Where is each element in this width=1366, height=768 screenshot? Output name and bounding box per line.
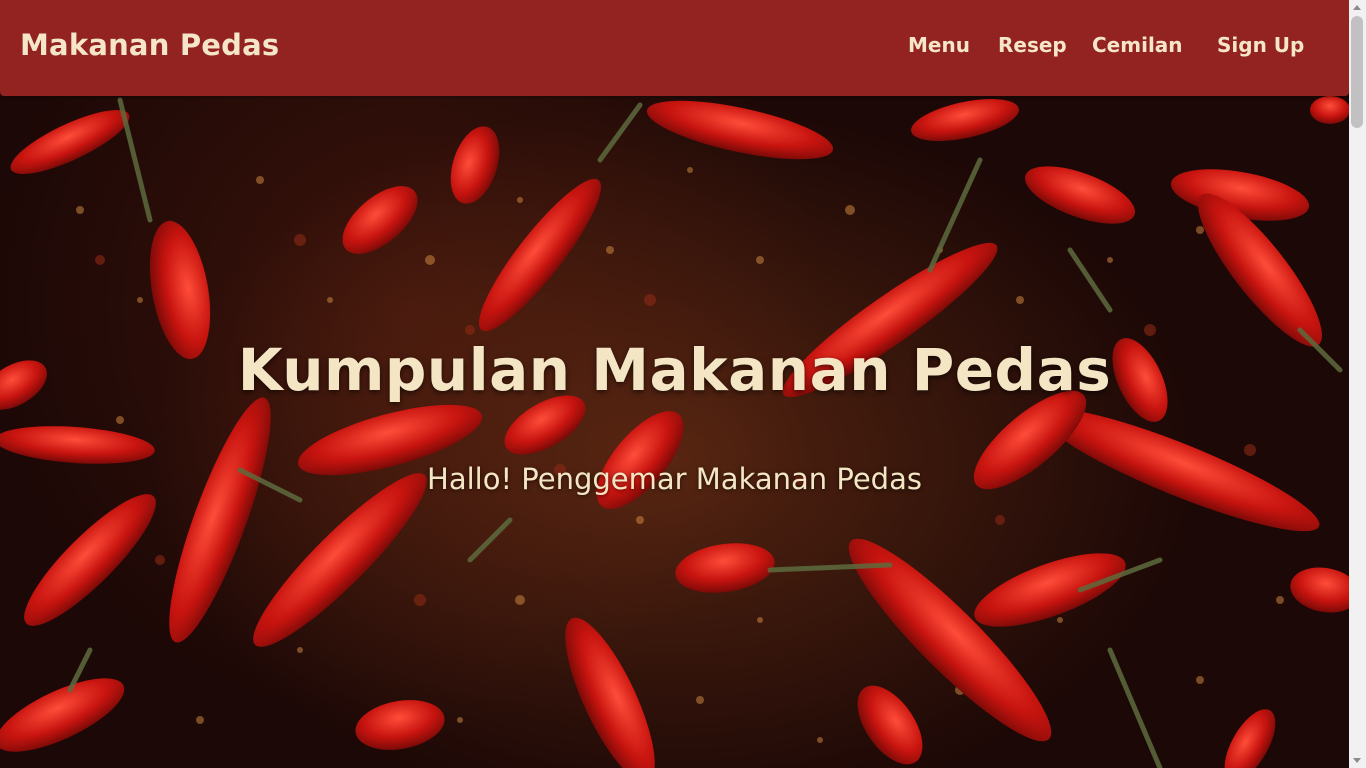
hero-title: Kumpulan Makanan Pedas <box>237 336 1112 404</box>
scrollbar-thumb[interactable] <box>1351 16 1363 128</box>
page: Makanan Pedas Menu Resep Cemilan Sign Up… <box>0 0 1349 768</box>
nav-link-cemilan[interactable]: Cemilan <box>1092 33 1183 57</box>
scroll-up-arrow-icon[interactable] <box>1353 5 1361 10</box>
hero-subtitle: Hallo! Penggemar Makanan Pedas <box>427 462 922 496</box>
scroll-down-arrow-icon[interactable] <box>1353 758 1361 763</box>
nav-link-sign-up[interactable]: Sign Up <box>1217 33 1304 57</box>
nav-link-menu[interactable]: Menu <box>908 33 970 57</box>
nav-link-resep[interactable]: Resep <box>998 33 1067 57</box>
brand-logo[interactable]: Makanan Pedas <box>20 28 279 62</box>
navbar: Makanan Pedas Menu Resep Cemilan Sign Up <box>0 0 1349 96</box>
